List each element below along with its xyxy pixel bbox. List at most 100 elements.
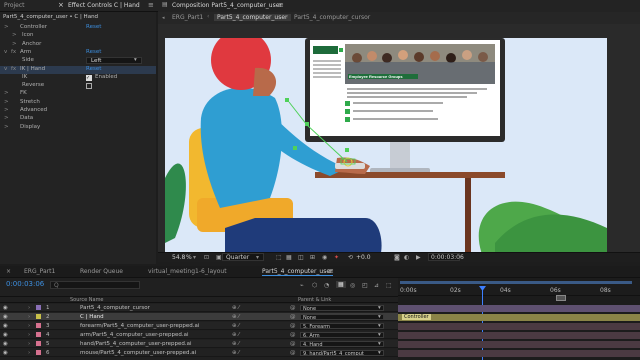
fx-icon[interactable]: fx bbox=[11, 66, 16, 72]
reset-link[interactable]: Reset bbox=[86, 49, 101, 55]
chevron-down-icon[interactable]: ▾ bbox=[378, 305, 381, 311]
reset-link[interactable]: Reset bbox=[86, 66, 101, 72]
layer-label-color[interactable] bbox=[36, 323, 41, 328]
layer-label-color[interactable] bbox=[36, 350, 41, 355]
layer-row[interactable]: ◉ › 5 hand/Part5_4_computer_user-prepped.ai… bbox=[0, 340, 398, 348]
work-area-bar[interactable] bbox=[400, 281, 632, 284]
mask-icon[interactable]: ◫ bbox=[298, 254, 304, 261]
chevron-down-icon[interactable]: ▾ bbox=[193, 254, 196, 261]
layer-switches-icon[interactable]: ⊕ ⁄ bbox=[232, 350, 239, 356]
comp-tab-3[interactable]: Part5_4_computer_cursor bbox=[294, 14, 370, 21]
parent-select[interactable]: None bbox=[300, 305, 384, 311]
effect-row[interactable]: > FK bbox=[0, 90, 156, 98]
layer-label-color[interactable] bbox=[36, 314, 41, 319]
effect-controls-tab[interactable]: Effect Controls C | Hand bbox=[68, 2, 140, 9]
layer-row[interactable]: ◉ › 4 arm/Part5_4_computer_user-prepped.ai ⊕… bbox=[0, 331, 398, 339]
parent-select[interactable]: 4. Hand bbox=[300, 341, 384, 347]
region-icon[interactable]: ⬚ bbox=[276, 254, 282, 261]
pickwhip-icon[interactable]: @ bbox=[290, 323, 296, 329]
layer-source-name[interactable]: Part5_4_computer_cursor bbox=[80, 305, 150, 311]
layer-switches-icon[interactable]: ⊕ ⁄ bbox=[232, 323, 239, 329]
layer-duration-bar[interactable] bbox=[398, 323, 640, 330]
timeline-tab-2[interactable]: Render Queue bbox=[80, 268, 123, 275]
comp-tab-2[interactable]: Part5_4_computer_user bbox=[214, 14, 291, 21]
chevron-right-icon[interactable]: > bbox=[4, 124, 9, 130]
parent-select[interactable]: 9. hand/Part5_4_comput bbox=[300, 350, 384, 356]
layer-duration-bar[interactable] bbox=[398, 305, 640, 312]
layer-source-name[interactable]: mouse/Part5_4_computer_user-prepped.ai bbox=[80, 350, 196, 356]
chevron-right-icon[interactable]: > bbox=[4, 99, 9, 105]
visibility-eye-icon[interactable]: ◉ bbox=[3, 332, 8, 338]
timeline-timecode[interactable]: 0:00:03:06 bbox=[6, 280, 44, 288]
chevron-right-icon[interactable]: › bbox=[28, 350, 30, 356]
pickwhip-icon[interactable]: @ bbox=[290, 314, 296, 320]
layer-label-color[interactable] bbox=[36, 341, 41, 346]
composition-title[interactable]: Composition Part5_4_computer_user bbox=[172, 2, 282, 9]
layer-duration-bar[interactable] bbox=[398, 332, 640, 339]
exposure-icon[interactable]: ⟲ bbox=[348, 254, 353, 261]
zoom-value[interactable]: 54.8 bbox=[172, 254, 185, 261]
effect-row[interactable]: > Advanced bbox=[0, 107, 156, 115]
ik-checkbox[interactable]: ✓ bbox=[86, 74, 92, 81]
column-source-name[interactable]: Source Name bbox=[70, 297, 104, 303]
effect-row[interactable]: v fx Arm Reset bbox=[0, 49, 156, 57]
hamburger-icon[interactable]: ≡ bbox=[148, 1, 154, 9]
chevron-down-icon[interactable]: v bbox=[4, 66, 7, 72]
layer-source-name[interactable]: hand/Part5_4_computer_user-prepped.ai bbox=[80, 341, 191, 347]
layer-row[interactable]: ◉ › 2 C | Hand ⊕ ⁄ @ None ▾ bbox=[0, 313, 398, 321]
effect-row[interactable]: > Display bbox=[0, 124, 156, 132]
chevron-right-icon[interactable]: > bbox=[4, 90, 9, 96]
layer-duration-bar[interactable] bbox=[398, 341, 640, 348]
layer-duration-bar[interactable] bbox=[398, 350, 640, 357]
close-icon[interactable]: × bbox=[6, 268, 11, 275]
channel-icon[interactable]: ◉ bbox=[322, 254, 327, 261]
project-tab[interactable]: Project bbox=[4, 2, 25, 9]
parent-select[interactable]: None bbox=[300, 314, 384, 320]
safe-zone-icon[interactable]: ⊡ bbox=[204, 254, 209, 261]
layer-row[interactable]: ◉ › 1 Part5_4_computer_cursor ⊕ ⁄ @ None ▾ bbox=[0, 304, 398, 312]
parent-select[interactable]: 5. Forearm bbox=[300, 323, 384, 329]
time-ruler[interactable]: 0:00s 02s 04s 06s 08s bbox=[398, 286, 640, 296]
hamburger-icon[interactable]: ≡ bbox=[328, 267, 334, 275]
chevron-right-icon[interactable]: > bbox=[12, 32, 17, 38]
show-snapshot-icon[interactable]: ◐ bbox=[404, 254, 409, 261]
chevron-right-icon[interactable]: > bbox=[4, 24, 9, 30]
close-icon[interactable]: × bbox=[58, 1, 64, 9]
layer-label-color[interactable] bbox=[36, 305, 41, 310]
layer-duration-bar[interactable]: Controller bbox=[398, 314, 640, 321]
exposure-value[interactable]: +0.0 bbox=[356, 254, 371, 261]
hamburger-icon[interactable]: ≡ bbox=[278, 1, 284, 9]
graph-icon[interactable]: ⊿ bbox=[374, 282, 379, 289]
chevron-down-icon[interactable]: ▾ bbox=[256, 254, 259, 261]
layer-label-color[interactable] bbox=[36, 332, 41, 337]
layer-switches-icon[interactable]: ⊕ ⁄ bbox=[232, 305, 239, 311]
pickwhip-icon[interactable]: @ bbox=[290, 305, 296, 311]
parent-select[interactable]: 6. Arm bbox=[300, 332, 384, 338]
search-input[interactable]: Q bbox=[50, 281, 140, 289]
visibility-eye-icon[interactable]: ◉ bbox=[3, 350, 8, 356]
graph-editor-icon[interactable]: ◰ bbox=[362, 282, 368, 289]
chevron-right-icon[interactable]: › bbox=[28, 332, 30, 338]
comp-mini-flowchart-icon[interactable]: ⌁ bbox=[300, 282, 304, 289]
timeline-tab-3[interactable]: virtual_meeting1-6_layout bbox=[148, 268, 227, 275]
layer-switches-icon[interactable]: ⊕ ⁄ bbox=[232, 314, 239, 320]
pickwhip-icon[interactable]: @ bbox=[290, 341, 296, 347]
effect-row[interactable]: > Controller Reset bbox=[0, 24, 156, 32]
transparency-grid-icon[interactable]: ▦ bbox=[286, 254, 292, 261]
scene-canvas[interactable]: Employee Resource Groups bbox=[165, 30, 607, 252]
effect-row[interactable]: Reverse bbox=[0, 82, 156, 90]
effect-row[interactable]: v fx IK | Hand Reset bbox=[0, 65, 156, 74]
motion-blur-icon[interactable]: ◎ bbox=[350, 282, 355, 289]
layer-switches-icon[interactable]: ⊕ ⁄ bbox=[232, 332, 239, 338]
effect-row[interactable]: > Icon bbox=[0, 32, 156, 40]
chevron-right-icon[interactable]: › bbox=[28, 323, 30, 329]
layer-source-name[interactable]: arm/Part5_4_computer_user-prepped.ai bbox=[80, 332, 189, 338]
timeline-tab-4[interactable]: Part5_4_computer_user bbox=[262, 268, 333, 276]
effect-row[interactable]: > Anchor bbox=[0, 41, 156, 49]
snapshot-icon[interactable]: ◙ bbox=[394, 254, 400, 261]
layer-source-name[interactable]: C | Hand bbox=[80, 314, 104, 320]
reverse-checkbox[interactable] bbox=[86, 83, 92, 90]
preview-icon[interactable]: ▶ bbox=[416, 254, 421, 261]
visibility-eye-icon[interactable]: ◉ bbox=[3, 341, 8, 347]
viewer-timecode[interactable]: 0:00:03:06 bbox=[428, 253, 464, 261]
